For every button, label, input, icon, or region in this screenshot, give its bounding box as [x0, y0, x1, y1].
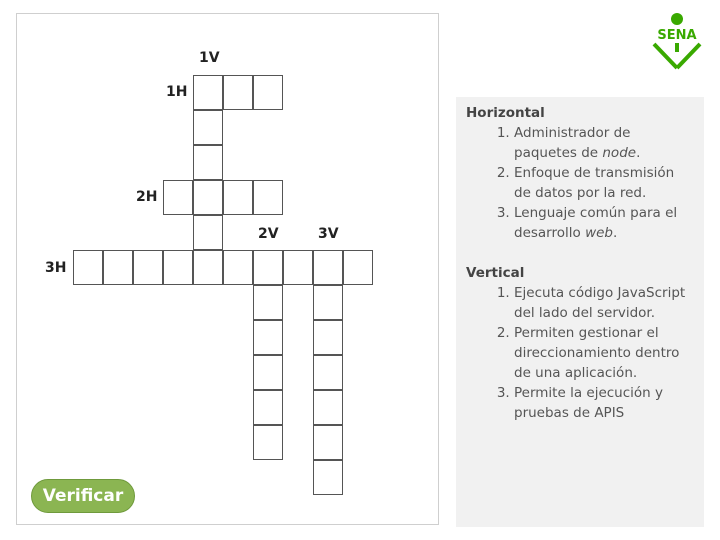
- crossword-cell-3h-7[interactable]: [253, 250, 283, 285]
- crossword-cell-2h-3[interactable]: [223, 180, 253, 215]
- crossword-cell-3h-9[interactable]: [313, 250, 343, 285]
- horizontal-clue-3: Lenguaje común para el desarrollo web.: [514, 203, 694, 243]
- clue-label-2h: 2H: [136, 189, 158, 205]
- crossword-cell-1h-2[interactable]: [223, 75, 253, 110]
- clue-text-end: .: [612, 225, 618, 241]
- crossword-cell-3v-7[interactable]: [313, 460, 343, 495]
- crossword-cell-3v-2[interactable]: [313, 285, 343, 320]
- clue-text: Enfoque de transmisión de datos por la r…: [514, 165, 675, 201]
- sena-logo-icon: SENA: [652, 13, 702, 70]
- crossword-cell-3h-6[interactable]: [223, 250, 253, 285]
- crossword-cell-3h-3[interactable]: [133, 250, 163, 285]
- clue-emphasis: node: [602, 145, 637, 161]
- crossword-cell-3v-6[interactable]: [313, 425, 343, 460]
- crossword-cell-3h-4[interactable]: [163, 250, 193, 285]
- crossword-cell-3h-1[interactable]: [73, 250, 103, 285]
- crossword-cell-1v-5[interactable]: [193, 215, 223, 250]
- crossword-cell-3v-5[interactable]: [313, 390, 343, 425]
- crossword-cell-2v-5[interactable]: [253, 390, 283, 425]
- crossword-cell-2v-2[interactable]: [253, 285, 283, 320]
- crossword-cell-3v-3[interactable]: [313, 320, 343, 355]
- crossword-cell-1v-3[interactable]: [193, 145, 223, 180]
- crossword-cell-1v-2[interactable]: [193, 110, 223, 145]
- crossword-cell-3h-2[interactable]: [103, 250, 133, 285]
- vertical-clues-list: Ejecuta código JavaScript del lado del s…: [466, 283, 694, 423]
- verify-button[interactable]: Verificar: [31, 479, 135, 513]
- horizontal-clue-2: Enfoque de transmisión de datos por la r…: [514, 163, 694, 203]
- crossword-board: 1V 1H 2H 2V 3V 3H: [16, 13, 439, 525]
- logo-text: SENA: [657, 28, 696, 43]
- clue-label-1v: 1V: [199, 50, 220, 66]
- clues-panel: Horizontal Administrador de paquetes de …: [456, 97, 704, 527]
- crossword-cell-1h-1[interactable]: [193, 75, 223, 110]
- clue-text-end: .: [636, 145, 641, 161]
- crossword-cell-1h-3[interactable]: [253, 75, 283, 110]
- crossword-cell-2h-2[interactable]: [193, 180, 223, 215]
- crossword-cell-2h-4[interactable]: [253, 180, 283, 215]
- clue-label-1h: 1H: [166, 84, 188, 100]
- crossword-cell-3h-10[interactable]: [343, 250, 373, 285]
- crossword-cell-3h-5[interactable]: [193, 250, 223, 285]
- crossword-cell-2v-4[interactable]: [253, 355, 283, 390]
- crossword-cell-2v-6[interactable]: [253, 425, 283, 460]
- crossword-cell-2v-3[interactable]: [253, 320, 283, 355]
- clue-emphasis: web: [585, 225, 613, 241]
- crossword-cell-3h-8[interactable]: [283, 250, 313, 285]
- horizontal-clues-list: Administrador de paquetes de node. Enfoq…: [466, 123, 694, 243]
- clue-label-2v: 2V: [258, 226, 279, 242]
- crossword-cell-3v-4[interactable]: [313, 355, 343, 390]
- crossword-cell-2h-1[interactable]: [163, 180, 193, 215]
- clue-label-3h: 3H: [45, 260, 67, 276]
- vertical-clue-1: Ejecuta código JavaScript del lado del s…: [514, 283, 694, 323]
- vertical-clues-title: Vertical: [466, 265, 525, 281]
- vertical-clue-2: Permiten gestionar el direccionamiento d…: [514, 323, 694, 383]
- horizontal-clues-title: Horizontal: [466, 105, 545, 121]
- vertical-clue-3: Permite la ejecución y pruebas de APIS: [514, 383, 694, 423]
- horizontal-clue-1: Administrador de paquetes de node.: [514, 123, 694, 163]
- clue-label-3v: 3V: [318, 226, 339, 242]
